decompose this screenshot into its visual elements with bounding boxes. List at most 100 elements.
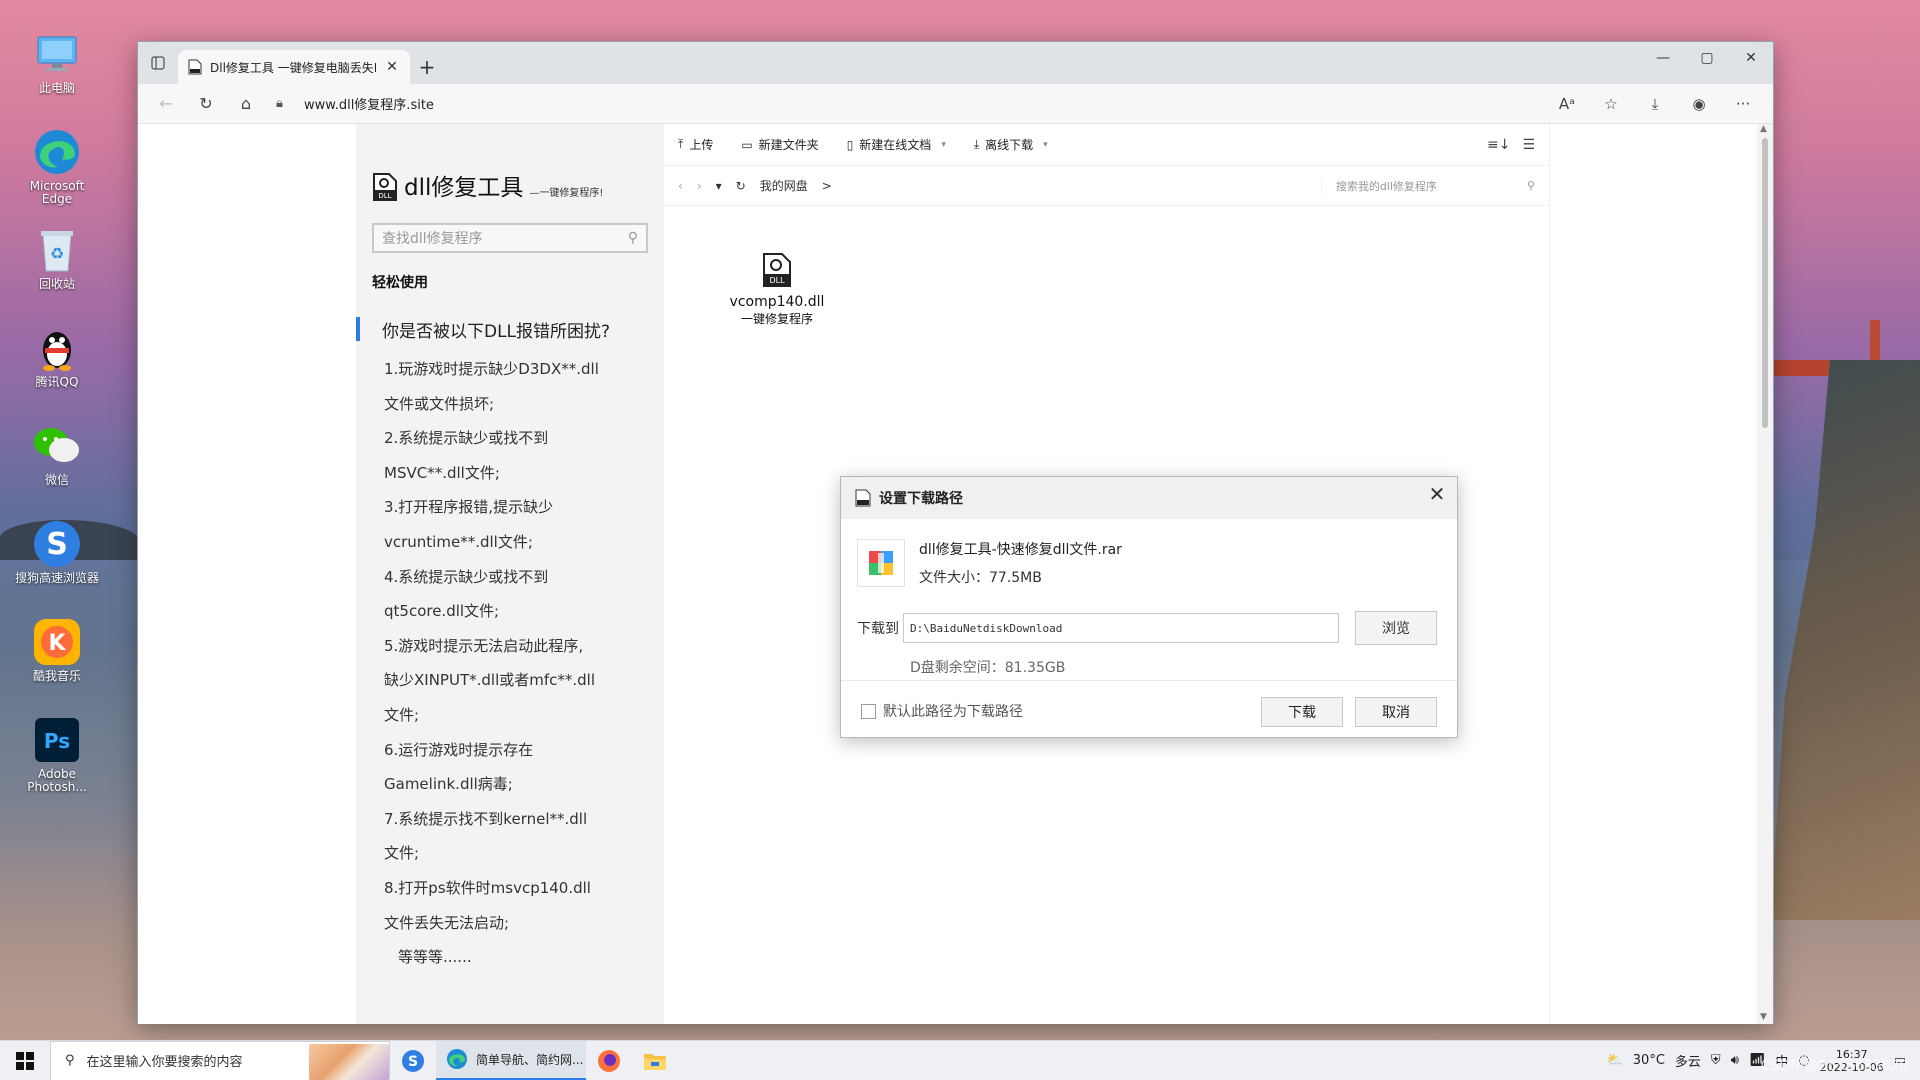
desktop-icon-label: 此电脑 — [38, 81, 75, 95]
file-name: vcomp140.dll — [729, 294, 825, 310]
list-item: 文件或文件损坏; — [384, 394, 495, 413]
minimize-button[interactable]: — — [1641, 42, 1685, 74]
taskbar-file-explorer[interactable] — [632, 1041, 678, 1080]
downloads-icon[interactable]: ⤓ — [1633, 88, 1677, 120]
close-tab-icon[interactable]: ✕ — [384, 59, 400, 75]
default-path-checkbox[interactable]: 默认此路径为下载路径 — [861, 701, 1023, 721]
dialog-close-icon[interactable]: ✕ — [1425, 483, 1449, 507]
history-dropdown-icon[interactable]: ▾ — [716, 179, 722, 193]
taskbar-sogou[interactable]: S — [390, 1041, 436, 1080]
windows-logo-icon — [16, 1051, 34, 1070]
firefox-icon — [598, 1049, 620, 1072]
browser-tab[interactable]: Dll修复工具 一键修复电脑丢失D ✕ — [178, 50, 410, 84]
refresh-icon[interactable]: ↻ — [736, 179, 746, 193]
taskbar-edge-active[interactable]: 简单导航、简约网... — [436, 1040, 586, 1080]
search-icon[interactable]: ⚲ — [628, 230, 638, 246]
forward-icon[interactable]: › — [697, 179, 702, 193]
error-list: 1.玩游戏时提示缺少D3DX**.dll 文件或文件损坏; 2.系统提示缺少或找… — [384, 352, 654, 975]
list-item: 6.运行游戏时提示存在 — [384, 740, 534, 759]
close-window-button[interactable]: ✕ — [1729, 42, 1773, 74]
read-aloud-icon[interactable]: Aᵃ — [1545, 88, 1589, 120]
dll-file-icon: DLL — [373, 173, 397, 201]
taskbar: ⚲ 在这里输入你要搜索的内容 S 简单导航、简约网... ⛅ 30°C 多云 ⛨… — [0, 1040, 1920, 1080]
security-icon[interactable]: ⛨ — [1711, 1053, 1721, 1068]
home-button[interactable]: ⌂ — [226, 88, 266, 120]
svg-text:DLL: DLL — [378, 192, 391, 200]
tab-title: Dll修复工具 一键修复电脑丢失D — [210, 60, 376, 75]
list-item: 5.游戏时提示无法启动此程序, — [384, 636, 584, 655]
volume-icon[interactable]: 🔊︎ — [1731, 1053, 1739, 1068]
list-item: 4.系统提示缺少或找不到 — [384, 567, 549, 586]
favorites-icon[interactable]: ☆ — [1589, 88, 1633, 120]
desktop-icon-label: 回收站 — [38, 277, 75, 291]
scroll-down-icon[interactable]: ▼ — [1760, 1012, 1767, 1022]
taskbar-firefox[interactable] — [586, 1041, 632, 1080]
list-item: Gamelink.dll病毒; — [384, 775, 513, 794]
list-item: 文件; — [384, 705, 420, 724]
cancel-button[interactable]: 取消 — [1355, 697, 1437, 727]
archive-icon — [857, 539, 905, 587]
page-scrollbar[interactable]: ▲ ▼ — [1757, 124, 1773, 1024]
brand-subtitle: —一键修复程序! — [529, 188, 604, 199]
list-item: 3.打开程序报错,提示缺少 — [384, 498, 554, 517]
offline-download-button[interactable]: ⤓ 离线下载 ▾ — [974, 136, 1048, 153]
svg-text:Ps: Ps — [44, 729, 70, 753]
new-folder-label: 新建文件夹 — [758, 138, 819, 152]
desktop-icon-this-pc[interactable]: 此电脑 — [14, 28, 100, 126]
recycle-bin-icon: ♻ — [31, 224, 83, 276]
kuwo-music-icon: K — [31, 616, 83, 668]
new-doc-button[interactable]: ▯ 新建在线文档 ▾ — [847, 136, 946, 153]
desktop-icon-edge[interactable]: Microsoft Edge — [14, 126, 100, 224]
download-button[interactable]: 下载 — [1261, 697, 1343, 727]
desktop-icon-sogou[interactable]: S 搜狗高速浏览器 — [14, 518, 100, 616]
temperature: 30°C — [1632, 1053, 1665, 1068]
chevron-down-icon[interactable]: ▾ — [941, 140, 946, 150]
desktop-icon-wechat[interactable]: 微信 — [14, 420, 100, 518]
lock-icon: 🔒︎ — [276, 96, 283, 111]
back-icon[interactable]: ‹ — [678, 179, 683, 193]
taskbar-active-label: 简单导航、简约网... — [476, 1052, 584, 1067]
refresh-button[interactable]: ↻ — [186, 88, 226, 120]
desktop-icon-photoshop[interactable]: Ps Adobe Photosh... — [14, 714, 100, 812]
drive-search-input[interactable]: 搜索我的dll修复程序 ⚲ — [1320, 177, 1535, 194]
drive-search-placeholder: 搜索我的dll修复程序 — [1335, 179, 1437, 193]
left-sidebar: DLL dll修复工具 —一键修复程序! 查找dll修复程序 ⚲ 轻松使用 你是… — [356, 124, 664, 1024]
profile-icon[interactable]: ◉ — [1677, 88, 1721, 120]
scroll-thumb[interactable] — [1762, 138, 1768, 428]
desktop-icon-recycle-bin[interactable]: ♻ 回收站 — [14, 224, 100, 322]
maximize-button[interactable]: ▢ — [1685, 42, 1729, 74]
url-field[interactable]: 🔒︎ www.dll修复程序.site — [266, 89, 1545, 119]
sort-icon[interactable]: ≡↓ — [1487, 137, 1510, 153]
list-item: qt5core.dll文件; — [384, 602, 500, 621]
download-icon: ⤓ — [973, 137, 980, 151]
chevron-down-icon[interactable]: ▾ — [1043, 140, 1048, 150]
search-icon[interactable]: ⚲ — [1527, 179, 1535, 192]
save-path-input[interactable] — [903, 613, 1339, 643]
browse-button[interactable]: 浏览 — [1355, 611, 1437, 645]
more-icon[interactable]: ··· — [1721, 88, 1765, 120]
dll-file-icon — [188, 59, 202, 75]
new-folder-button[interactable]: ▭ 新建文件夹 — [741, 136, 818, 153]
breadcrumb-my-drive[interactable]: 我的网盘 — [760, 177, 808, 194]
weather-icon[interactable]: ⛅ — [1607, 1053, 1623, 1068]
edge-icon — [31, 126, 83, 178]
upload-button[interactable]: ⤒ 上传 — [678, 136, 713, 153]
tab-actions-button[interactable] — [138, 42, 178, 84]
watermark: CSDN @5555683820 — [1760, 1058, 1908, 1074]
desktop-icon-kuwo[interactable]: K 酷我音乐 — [14, 616, 100, 714]
back-button[interactable]: ← — [146, 88, 186, 120]
desktop-icon-qq[interactable]: 腾讯QQ — [14, 322, 100, 420]
start-button[interactable] — [0, 1041, 50, 1080]
taskbar-search-input[interactable]: ⚲ 在这里输入你要搜索的内容 — [50, 1040, 390, 1080]
sidebar-search-input[interactable]: 查找dll修复程序 ⚲ — [372, 223, 648, 253]
checkbox-box[interactable] — [861, 703, 876, 719]
list-view-icon[interactable]: ☰ — [1522, 137, 1535, 153]
brand: DLL dll修复工具 —一键修复程序! — [372, 168, 603, 202]
svg-text:♻: ♻ — [50, 244, 64, 263]
folder-icon — [644, 1053, 666, 1070]
new-tab-button[interactable]: + — [410, 50, 444, 84]
save-path-row: 下载到 — [857, 613, 1339, 643]
search-highlight-image — [309, 1043, 389, 1080]
file-item[interactable]: DLL vcomp140.dll 一键修复程序 — [722, 252, 832, 327]
scroll-up-icon[interactable]: ▲ — [1760, 124, 1767, 134]
